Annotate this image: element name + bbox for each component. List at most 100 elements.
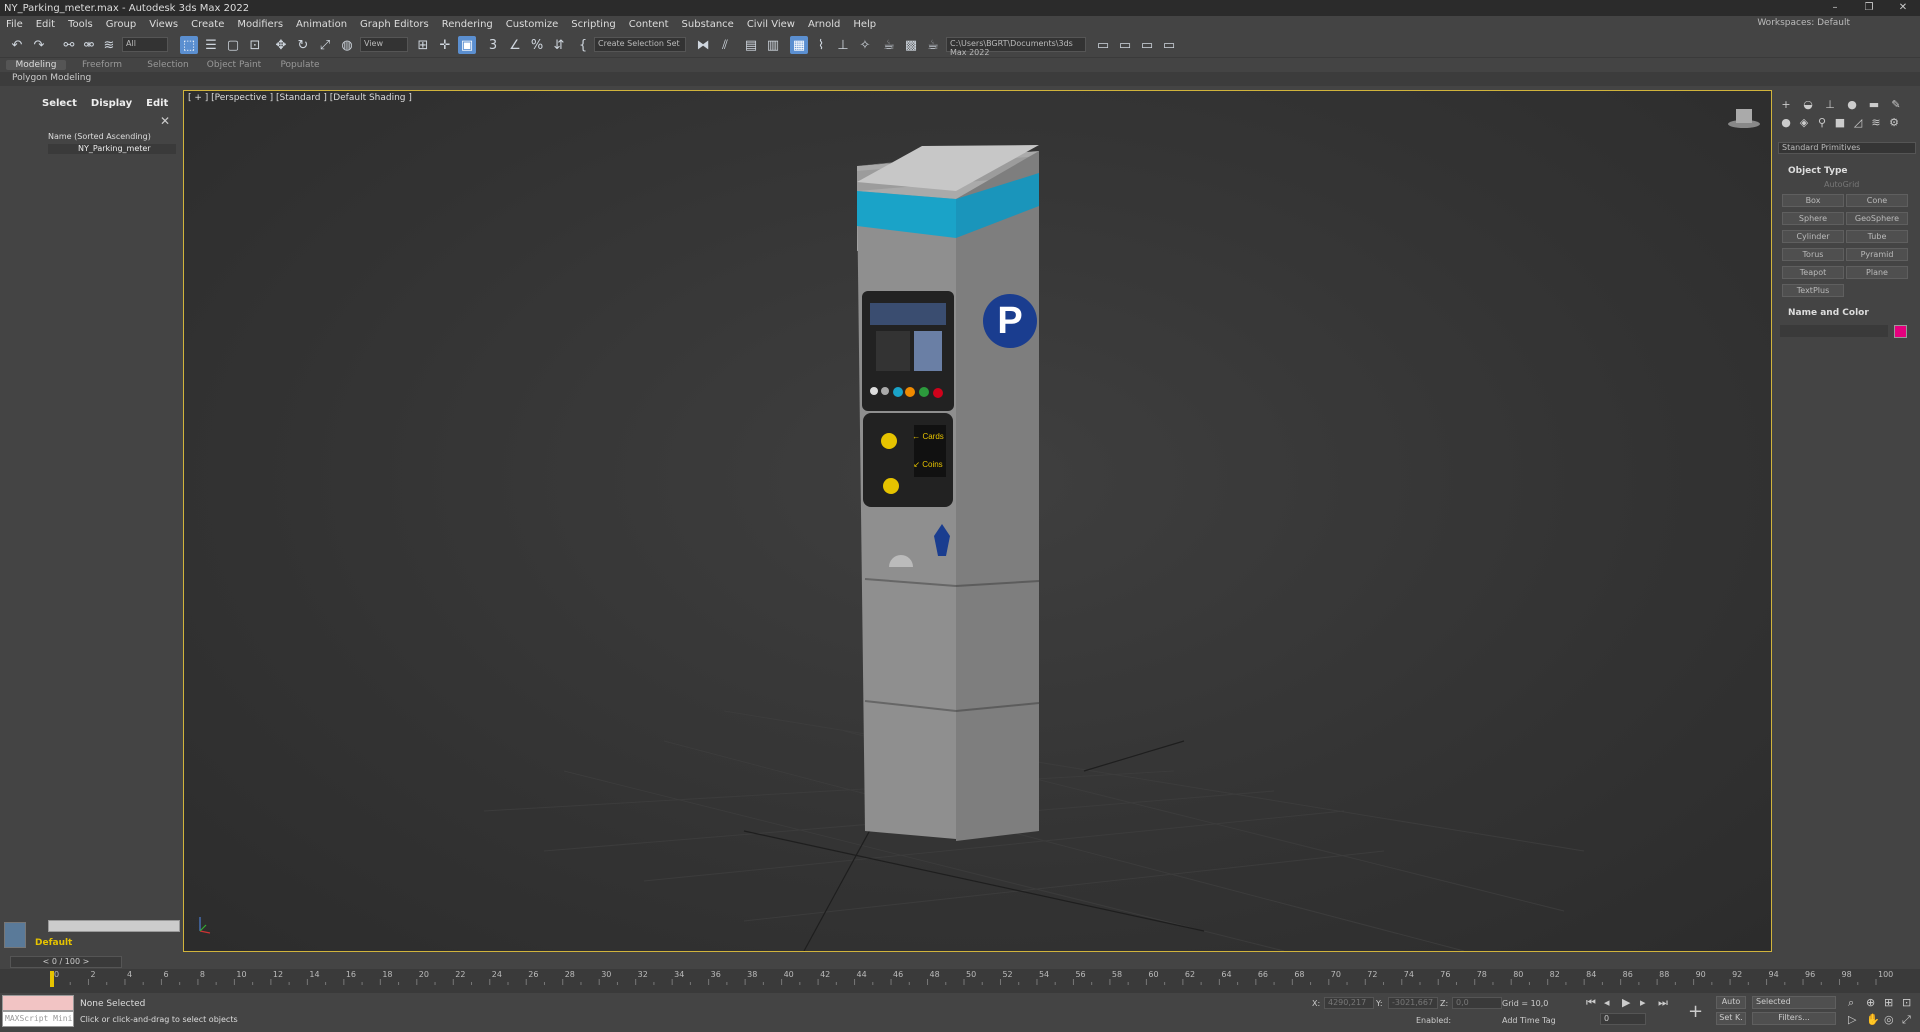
key-mode-icon[interactable]: + <box>1688 1001 1703 1022</box>
menu-file[interactable]: File <box>6 19 23 30</box>
menu-group[interactable]: Group <box>106 19 136 30</box>
menu-views[interactable]: Views <box>149 19 178 30</box>
frame-slider[interactable]: < 0 / 100 > <box>0 955 1920 969</box>
tab-freeform[interactable]: Freeform <box>72 60 132 70</box>
current-frame-field[interactable]: 0 <box>1600 1013 1646 1025</box>
bind-space-warp-icon[interactable]: ≋ <box>100 36 118 54</box>
reference-coordinate-dropdown[interactable]: View <box>360 37 408 52</box>
workspaces[interactable]: Workspaces: Default <box>1757 18 1850 28</box>
select-manipulate-icon[interactable]: ✛ <box>436 36 454 54</box>
tab-select[interactable]: Select <box>42 98 77 109</box>
previous-frame-icon[interactable]: ◂ <box>1604 996 1610 1009</box>
pyramid-button[interactable]: Pyramid <box>1846 248 1908 261</box>
named-selection-set-dropdown[interactable]: Create Selection Set <box>594 37 686 52</box>
percent-snap-icon[interactable]: % <box>528 36 546 54</box>
menu-content[interactable]: Content <box>629 19 669 30</box>
menu-arnold[interactable]: Arnold <box>808 19 840 30</box>
redo-icon[interactable]: ↷ <box>30 36 48 54</box>
geometry-icon[interactable]: ● <box>1778 116 1794 130</box>
select-object-icon[interactable]: ⬚ <box>180 36 198 54</box>
teapot-button[interactable]: Teapot <box>1782 266 1844 279</box>
object-name-field[interactable] <box>1780 325 1888 337</box>
open-explorer-4-icon[interactable]: ▭ <box>1160 36 1178 54</box>
tab-edit[interactable]: Edit <box>146 98 168 109</box>
menu-help[interactable]: Help <box>853 19 876 30</box>
menu-edit[interactable]: Edit <box>36 19 55 30</box>
cylinder-button[interactable]: Cylinder <box>1782 230 1844 243</box>
menu-substance[interactable]: Substance <box>682 19 734 30</box>
layer-dropdown[interactable] <box>48 920 180 932</box>
z-coordinate-field[interactable]: 0,0 <box>1452 997 1502 1009</box>
keyboard-shortcut-override-icon[interactable]: ▣ <box>458 36 476 54</box>
material-editor-icon[interactable]: ✧ <box>856 36 874 54</box>
menu-civil-view[interactable]: Civil View <box>747 19 795 30</box>
hierarchy-tab-icon[interactable]: ⊥ <box>1822 98 1838 112</box>
go-to-start-icon[interactable]: ⏮ <box>1586 996 1596 1010</box>
tab-display[interactable]: Display <box>91 98 132 109</box>
object-type-rollout[interactable]: Object Type <box>1778 166 1916 178</box>
pivot-center-icon[interactable]: ⊞ <box>414 36 432 54</box>
torus-button[interactable]: Torus <box>1782 248 1844 261</box>
undo-icon[interactable]: ↶ <box>8 36 26 54</box>
viewcube-icon[interactable] <box>1728 109 1760 128</box>
minimize-button[interactable]: – <box>1818 0 1852 16</box>
open-explorer-3-icon[interactable]: ▭ <box>1138 36 1156 54</box>
tube-button[interactable]: Tube <box>1846 230 1908 243</box>
motion-tab-icon[interactable]: ● <box>1844 98 1860 112</box>
rectangular-selection-icon[interactable]: ▢ <box>224 36 242 54</box>
menu-tools[interactable]: Tools <box>68 19 93 30</box>
viewport-label[interactable]: [ + ] [Perspective ] [Standard ] [Defaul… <box>188 93 412 103</box>
zoom-all-icon[interactable]: ⊕ <box>1866 996 1875 1009</box>
menu-customize[interactable]: Customize <box>506 19 559 30</box>
scale-icon[interactable]: ⤢ <box>316 36 334 54</box>
key-filters-button[interactable]: Filters... <box>1752 1012 1836 1025</box>
box-button[interactable]: Box <box>1782 194 1844 207</box>
utilities-tab-icon[interactable]: ✎ <box>1888 98 1904 112</box>
zoom-extents-icon[interactable]: ⊞ <box>1884 996 1893 1009</box>
maxscript-listener[interactable] <box>2 995 74 1011</box>
open-explorer-2-icon[interactable]: ▭ <box>1116 36 1134 54</box>
key-filter-dropdown[interactable]: Selected <box>1752 996 1836 1009</box>
x-coordinate-field[interactable]: 4290,217 <box>1324 997 1374 1009</box>
auto-key-button[interactable]: Auto <box>1716 996 1746 1009</box>
project-folder-dropdown[interactable]: C:\Users\BGRT\Documents\3ds Max 2022 <box>946 37 1086 57</box>
next-frame-icon[interactable]: ▸ <box>1640 996 1646 1009</box>
layer-icon[interactable] <box>4 922 26 948</box>
polygon-modeling-label[interactable]: Polygon Modeling <box>12 73 91 83</box>
window-crossing-icon[interactable]: ⊡ <box>246 36 264 54</box>
shapes-icon[interactable]: ◈ <box>1796 116 1812 130</box>
edit-named-selection-icon[interactable]: { <box>574 36 592 54</box>
orbit-icon[interactable]: ◎ <box>1884 1013 1894 1026</box>
schematic-view-icon[interactable]: ⊥ <box>834 36 852 54</box>
rotate-icon[interactable]: ↻ <box>294 36 312 54</box>
angle-snap-icon[interactable]: ∠ <box>506 36 524 54</box>
render-setup-icon[interactable]: ☕ <box>880 36 898 54</box>
menu-rendering[interactable]: Rendering <box>442 19 493 30</box>
curve-editor-icon[interactable]: ⌇ <box>812 36 830 54</box>
maxscript-mini-listener[interactable]: MAXScript Mini <box>2 1011 74 1027</box>
systems-icon[interactable]: ⚙ <box>1886 116 1902 130</box>
tab-modeling[interactable]: Modeling <box>6 60 66 70</box>
render-production-icon[interactable]: ☕ <box>924 36 942 54</box>
snaps-toggle-icon[interactable]: 3 <box>484 36 502 54</box>
link-icon[interactable]: ⚯ <box>60 36 78 54</box>
pan-icon[interactable]: ✋ <box>1866 1013 1880 1026</box>
spinner-snap-icon[interactable]: ⇵ <box>550 36 568 54</box>
add-time-tag[interactable]: Add Time Tag <box>1502 1016 1556 1025</box>
go-to-end-icon[interactable]: ⏭ <box>1658 996 1668 1010</box>
tab-selection[interactable]: Selection <box>138 60 198 70</box>
modify-tab-icon[interactable]: ◒ <box>1800 98 1816 112</box>
sphere-button[interactable]: Sphere <box>1782 212 1844 225</box>
toggle-ribbon-icon[interactable]: ▦ <box>790 36 808 54</box>
play-icon[interactable]: ▶ <box>1622 996 1630 1009</box>
align-icon[interactable]: ⫽ <box>716 36 734 54</box>
track-bar[interactable]: 0 2 4 6 8 10 12 14 16 18 20 22 24 26 28 30 32 34 36 38 40 42 4… <box>0 969 1920 993</box>
geosphere-button[interactable]: GeoSphere <box>1846 212 1908 225</box>
name-column-header[interactable]: Name (Sorted Ascending) <box>48 132 151 141</box>
close-button[interactable]: ✕ <box>1886 0 1920 16</box>
space-warps-icon[interactable]: ≋ <box>1868 116 1884 130</box>
textplus-button[interactable]: TextPlus <box>1782 284 1844 297</box>
autogrid-checkbox[interactable]: AutoGrid <box>1824 180 1859 189</box>
frame-counter[interactable]: < 0 / 100 > <box>10 956 122 968</box>
scene-explorer-icon[interactable]: ▤ <box>742 36 760 54</box>
